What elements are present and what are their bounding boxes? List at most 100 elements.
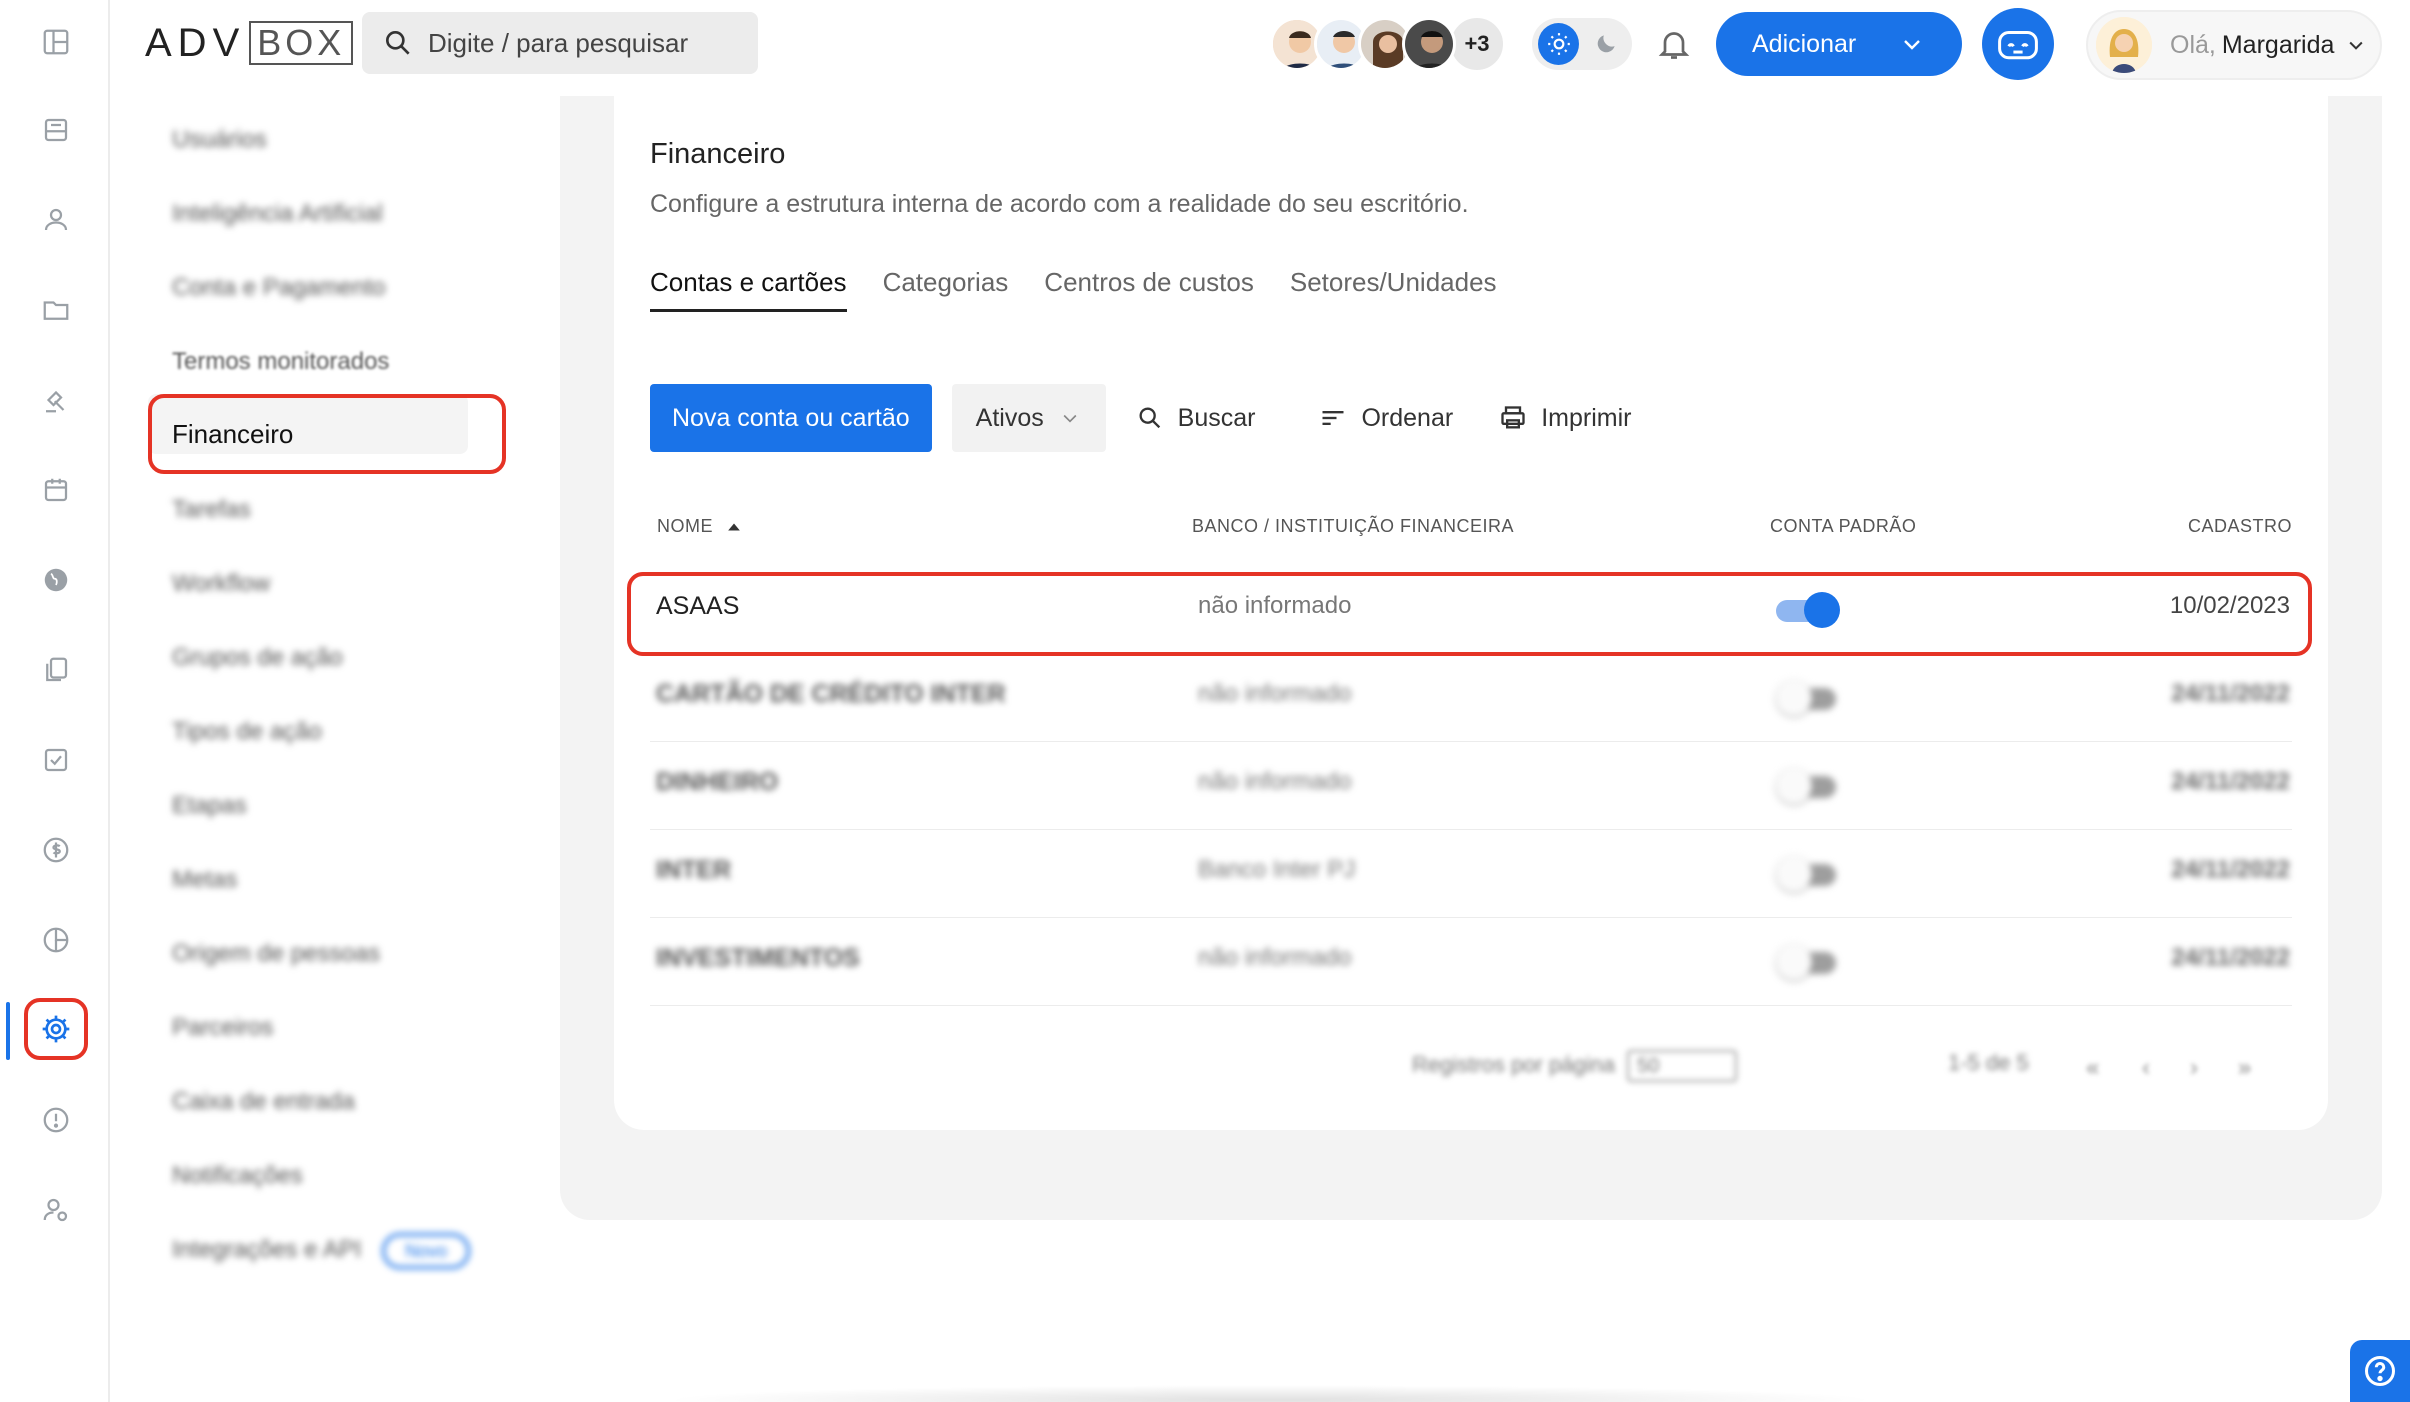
submenu-item-parceiros[interactable]: Parceiros bbox=[172, 1008, 273, 1048]
search-button[interactable]: Buscar bbox=[1136, 384, 1255, 452]
checklist-icon[interactable] bbox=[38, 742, 74, 778]
account-bank: não informado bbox=[1198, 680, 1352, 707]
page-title: Financeiro bbox=[650, 138, 786, 170]
dashboard-icon[interactable] bbox=[38, 24, 74, 60]
toggle-knob bbox=[1776, 680, 1812, 716]
column-header-bank[interactable]: BANCO / INSTITUIÇÃO FINANCEIRA bbox=[1192, 516, 1514, 537]
tab-centros-custos[interactable]: Centros de custos bbox=[1044, 262, 1254, 312]
search-icon bbox=[386, 30, 410, 55]
toggle-knob bbox=[1776, 856, 1812, 892]
default-account-toggle[interactable] bbox=[1776, 680, 1840, 716]
table-row[interactable]: CARTÃO DE CRÉDITO INTER não informado 24… bbox=[650, 654, 2292, 742]
moon-icon[interactable] bbox=[1585, 23, 1626, 65]
per-page-select[interactable]: 50 bbox=[1627, 1050, 1738, 1082]
submenu-item-workflow[interactable]: Workflow bbox=[172, 564, 270, 604]
submenu-item-tarefas[interactable]: Tarefas bbox=[172, 490, 251, 530]
submenu-item-usuarios[interactable]: Usuários bbox=[172, 120, 267, 160]
tab-categorias[interactable]: Categorias bbox=[883, 262, 1009, 312]
sort-button-label: Ordenar bbox=[1361, 403, 1454, 432]
globe-icon[interactable] bbox=[38, 562, 74, 598]
table-row[interactable]: INVESTIMENTOS não informado 24/11/2022 bbox=[650, 918, 2292, 1006]
prev-page-button[interactable]: ‹ bbox=[2142, 1054, 2150, 1082]
submenu-item-termos-monitorados[interactable]: Termos monitorados bbox=[172, 342, 389, 382]
search-bar[interactable] bbox=[362, 12, 758, 74]
user-settings-icon[interactable] bbox=[38, 1192, 74, 1228]
last-page-button[interactable]: » bbox=[2238, 1054, 2251, 1082]
default-account-toggle[interactable] bbox=[1776, 856, 1840, 892]
chevron-down-icon bbox=[1063, 414, 1077, 423]
account-created-date: 10/02/2023 bbox=[2169, 592, 2290, 619]
column-header-name[interactable]: NOME bbox=[657, 516, 741, 537]
toggle-knob bbox=[1776, 768, 1812, 804]
table-row[interactable]: INTER Banco Inter PJ 24/11/2022 bbox=[650, 830, 2292, 918]
submenu-item-financeiro[interactable]: Financeiro bbox=[172, 414, 293, 454]
default-account-toggle[interactable] bbox=[1776, 768, 1840, 804]
theme-toggle[interactable] bbox=[1532, 18, 1632, 70]
sort-ascending-icon bbox=[727, 523, 740, 531]
page-subtitle: Configure a estrutura interna de acordo … bbox=[650, 190, 1469, 218]
submenu-item-grupos-acao[interactable]: Grupos de ação bbox=[172, 638, 343, 678]
new-account-button[interactable]: Nova conta ou cartão bbox=[650, 384, 932, 452]
default-account-toggle[interactable] bbox=[1776, 592, 1840, 628]
alert-icon[interactable] bbox=[38, 1102, 74, 1138]
submenu-item-etapas[interactable]: Etapas bbox=[172, 786, 247, 826]
user-avatar[interactable] bbox=[2096, 17, 2152, 73]
submenu-item-conta-pagamento[interactable]: Conta e Pagamento bbox=[172, 268, 385, 308]
search-icon bbox=[1139, 407, 1160, 429]
tab-contas-cartoes[interactable]: Contas e cartões bbox=[650, 262, 847, 312]
people-icon[interactable] bbox=[38, 202, 74, 238]
submenu-item-tipos-acao[interactable]: Tipos de ação bbox=[172, 712, 322, 752]
tab-setores-unidades[interactable]: Setores/Unidades bbox=[1290, 262, 1497, 312]
user-name: Margarida bbox=[2221, 30, 2335, 59]
table-row[interactable]: DINHEIRO não informado 24/11/2022 bbox=[650, 742, 2292, 830]
team-avatars[interactable]: +3 bbox=[1270, 14, 1506, 74]
default-account-toggle[interactable] bbox=[1776, 944, 1840, 980]
calendar-icon[interactable] bbox=[38, 472, 74, 508]
column-header-created[interactable]: CADASTRO bbox=[2188, 516, 2292, 537]
pie-chart-icon[interactable] bbox=[38, 922, 74, 958]
bell-icon[interactable] bbox=[1656, 26, 1692, 62]
money-icon[interactable] bbox=[38, 832, 74, 868]
submenu-item-notificacoes[interactable]: Notificações bbox=[172, 1156, 303, 1196]
sort-button[interactable]: Ordenar bbox=[1319, 384, 1453, 452]
add-button[interactable]: Adicionar bbox=[1716, 12, 1962, 76]
submenu-item-caixa-entrada[interactable]: Caixa de entrada bbox=[172, 1082, 355, 1122]
gear-icon[interactable] bbox=[24, 998, 88, 1060]
avatars-more-count[interactable]: +3 bbox=[1448, 15, 1506, 73]
submenu-item-integracoes-api[interactable]: Integrações e API Novo bbox=[172, 1230, 471, 1270]
user-greeting: Olá, bbox=[2170, 30, 2216, 59]
sun-icon[interactable] bbox=[1538, 23, 1579, 65]
assistant-bot-button[interactable] bbox=[1982, 8, 2054, 80]
per-page-label: Registros por página bbox=[1412, 1051, 1616, 1077]
column-header-name-label: NOME bbox=[657, 516, 713, 536]
submenu-item-metas[interactable]: Metas bbox=[172, 860, 237, 900]
inbox-icon[interactable] bbox=[38, 112, 74, 148]
per-page-control[interactable]: Registros por página 50 bbox=[1412, 1050, 1738, 1082]
toggle-knob bbox=[1804, 592, 1840, 628]
print-button-label: Imprimir bbox=[1541, 403, 1632, 432]
bottom-shadow bbox=[660, 1385, 1880, 1402]
submenu-item-origem-pessoas[interactable]: Origem de pessoas bbox=[172, 934, 380, 974]
avatar[interactable] bbox=[1402, 17, 1456, 71]
settings-submenu: Usuários Inteligência Artificial Conta e… bbox=[110, 96, 550, 1402]
gavel-icon[interactable] bbox=[38, 382, 74, 418]
help-button[interactable] bbox=[2350, 1340, 2410, 1402]
search-input[interactable] bbox=[428, 27, 728, 59]
logo[interactable]: ADV BOX bbox=[145, 20, 354, 66]
chevron-down-icon bbox=[1904, 40, 1920, 50]
documents-icon[interactable] bbox=[38, 652, 74, 688]
next-page-button[interactable]: › bbox=[2190, 1054, 2198, 1082]
submenu-item-inteligencia-artificial[interactable]: Inteligência Artificial bbox=[172, 194, 383, 234]
print-button[interactable]: Imprimir bbox=[1499, 384, 1631, 452]
account-bank: não informado bbox=[1198, 944, 1352, 971]
account-bank: não informado bbox=[1198, 592, 1352, 619]
tabs: Contas e cartões Categorias Centros de c… bbox=[650, 262, 1533, 312]
folder-icon[interactable] bbox=[38, 292, 74, 328]
status-filter-select[interactable]: Ativos bbox=[951, 384, 1106, 452]
table-row[interactable]: ASAAS não informado 10/02/2023 bbox=[650, 566, 2292, 654]
pagination-range: 1-5 de 5 bbox=[1948, 1050, 2029, 1075]
first-page-button[interactable]: « bbox=[2086, 1054, 2099, 1082]
submenu-item-label: Integrações e API bbox=[172, 1236, 362, 1263]
column-header-default[interactable]: CONTA PADRÃO bbox=[1770, 516, 1916, 537]
user-menu[interactable]: Olá, Margarida bbox=[2086, 10, 2382, 80]
